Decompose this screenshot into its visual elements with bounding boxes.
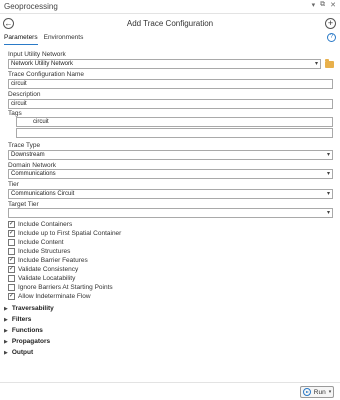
section-output[interactable]: ▶ Output [4, 348, 33, 357]
tags-input-empty[interactable] [16, 128, 333, 138]
tags-input[interactable]: circuit [16, 117, 333, 127]
input-utility-network-value: Network Utility Network [11, 61, 74, 67]
checkbox-label: Include up to First Spatial Container [18, 230, 122, 237]
tier-value: Communications Circuit [11, 191, 75, 197]
section-filters[interactable]: ▶ Filters [4, 315, 31, 324]
run-icon [302, 388, 311, 396]
chevron-right-icon: ▶ [4, 338, 8, 345]
checkbox-label: Include Content [18, 239, 64, 246]
checkbox-label: Validate Consistency [18, 266, 79, 273]
section-label: Functions [11, 327, 43, 334]
domain-network-label: Domain Network [8, 162, 57, 169]
pane-title: Geoprocessing [4, 2, 58, 11]
tab-environments[interactable]: Environments [44, 34, 84, 45]
checkbox-label: Allow Indeterminate Flow [18, 293, 91, 300]
description-label: Description [8, 91, 41, 98]
allow-indeterminate-flow-checkbox[interactable]: ✓ Allow Indeterminate Flow [8, 292, 91, 301]
tool-title: Add Trace Configuration [126, 19, 214, 28]
pane-menu-icon[interactable]: ▾ [312, 1, 316, 9]
tier-label: Tier [8, 181, 19, 188]
tags-label: Tags [8, 110, 22, 117]
chevron-down-icon: ▾ [326, 152, 330, 158]
pane-close-icon[interactable]: ✕ [330, 1, 336, 9]
tool-footer: Run ▾ [0, 382, 340, 400]
chevron-right-icon: ▶ [4, 327, 8, 334]
checkbox-checked-icon[interactable]: ✓ [8, 266, 15, 273]
include-structures-checkbox[interactable]: Include Structures [8, 247, 70, 256]
domain-network-dropdown[interactable]: Communications ▾ [8, 169, 333, 179]
tool-header: ← Add Trace Configuration + [0, 15, 340, 33]
chevron-down-icon[interactable]: ▾ [329, 389, 332, 395]
trace-type-dropdown[interactable]: Downstream ▾ [8, 150, 333, 160]
chevron-down-icon: ▾ [326, 191, 330, 197]
checkbox-unchecked-icon[interactable] [8, 248, 15, 255]
browse-folder-icon[interactable] [325, 59, 334, 68]
section-functions[interactable]: ▶ Functions [4, 326, 43, 335]
domain-network-value: Communications [11, 171, 56, 177]
chevron-down-icon: ▾ [326, 210, 330, 216]
checkbox-label: Include Containers [18, 221, 73, 228]
section-label: Output [11, 349, 34, 356]
checkbox-unchecked-icon[interactable] [8, 239, 15, 246]
checkbox-label: Include Structures [18, 248, 71, 255]
checkbox-checked-icon[interactable]: ✓ [8, 221, 15, 228]
chevron-right-icon: ▶ [4, 349, 8, 356]
pane-controls: ▾ ⧉ ✕ [312, 1, 336, 9]
tab-parameters[interactable]: Parameters [4, 34, 38, 45]
add-icon[interactable]: + [325, 18, 336, 29]
chevron-right-icon: ▶ [4, 316, 8, 323]
checkbox-checked-icon[interactable]: ✓ [8, 293, 15, 300]
section-propagators[interactable]: ▶ Propagators [4, 337, 50, 346]
input-utility-network-dropdown[interactable]: Network Utility Network ▾ [8, 59, 321, 69]
checkbox-checked-icon[interactable]: ✓ [8, 257, 15, 264]
target-tier-dropdown[interactable]: ▾ [8, 208, 333, 218]
help-icon[interactable]: ? [327, 33, 336, 42]
checkbox-unchecked-icon[interactable] [8, 284, 15, 291]
section-label: Filters [11, 316, 32, 323]
include-first-spatial-container-checkbox[interactable]: ✓ Include up to First Spatial Container [8, 229, 121, 238]
description-input[interactable]: circuit [8, 99, 333, 109]
checkbox-checked-icon[interactable]: ✓ [8, 230, 15, 237]
checkbox-unchecked-icon[interactable] [8, 275, 15, 282]
validate-locatability-checkbox[interactable]: Validate Locatability [8, 274, 75, 283]
input-utility-network-label: Input Utility Network [8, 51, 66, 58]
section-label: Traversability [11, 305, 54, 312]
pane-pin-icon[interactable]: ⧉ [320, 1, 325, 9]
validate-consistency-checkbox[interactable]: ✓ Validate Consistency [8, 265, 78, 274]
include-containers-checkbox[interactable]: ✓ Include Containers [8, 220, 72, 229]
tier-dropdown[interactable]: Communications Circuit ▾ [8, 189, 333, 199]
run-button[interactable]: Run ▾ [300, 386, 334, 398]
trace-configuration-name-label: Trace Configuration Name [8, 71, 84, 78]
ignore-barriers-checkbox[interactable]: Ignore Barriers At Starting Points [8, 283, 113, 292]
checkbox-label: Include Barrier Features [18, 257, 88, 264]
chevron-right-icon: ▶ [4, 305, 8, 312]
trace-type-label: Trace Type [8, 142, 41, 149]
tool-tabs: Parameters Environments [4, 34, 83, 45]
chevron-down-icon: ▾ [314, 61, 318, 67]
trace-type-value: Downstream [11, 152, 45, 158]
pane-title-bar: Geoprocessing ▾ ⧉ ✕ [0, 0, 340, 14]
trace-configuration-name-input[interactable]: circuit [8, 79, 333, 89]
checkbox-label: Ignore Barriers At Starting Points [18, 284, 113, 291]
target-tier-label: Target Tier [8, 201, 39, 208]
chevron-down-icon: ▾ [326, 171, 330, 177]
include-content-checkbox[interactable]: Include Content [8, 238, 64, 247]
include-barrier-features-checkbox[interactable]: ✓ Include Barrier Features [8, 256, 88, 265]
run-label: Run [313, 388, 326, 396]
section-traversability[interactable]: ▶ Traversability [4, 304, 54, 313]
checkbox-label: Validate Locatability [18, 275, 76, 282]
section-label: Propagators [11, 338, 51, 345]
